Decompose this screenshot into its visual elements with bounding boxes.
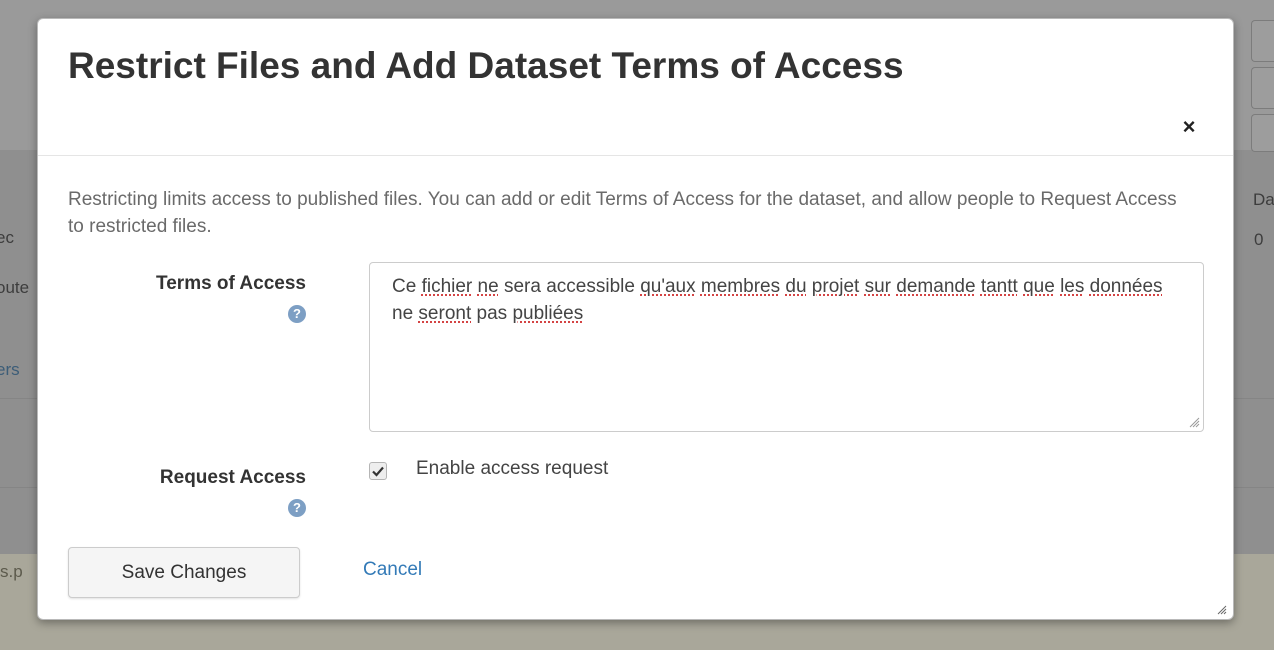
- enable-access-request-label[interactable]: Enable access request: [416, 458, 608, 480]
- background-input-box: [1251, 114, 1274, 152]
- terms-word: sur: [864, 276, 892, 297]
- terms-word: pas: [476, 303, 508, 324]
- cancel-link[interactable]: Cancel: [363, 559, 422, 581]
- request-access-label: Request Access: [159, 467, 306, 488]
- terms-word: du: [785, 276, 807, 297]
- terms-of-access-text: Ce fichier ne sera accessible qu'aux mem…: [392, 276, 1163, 324]
- terms-word: tantt: [980, 276, 1018, 297]
- terms-word: qu'aux: [640, 276, 696, 297]
- background-text: Da: [1253, 190, 1274, 209]
- question-circle-icon[interactable]: ?: [288, 305, 306, 323]
- question-circle-icon[interactable]: ?: [288, 499, 306, 517]
- terms-of-access-label: Terms of Access: [156, 273, 306, 294]
- background-input-box: [1251, 67, 1274, 109]
- terms-word: membres: [700, 276, 781, 297]
- terms-word: demande: [896, 276, 976, 297]
- background-text: 0: [1254, 230, 1264, 249]
- terms-word: que: [1023, 276, 1055, 297]
- background-link: ers: [0, 360, 20, 379]
- modal-intro-text: Restricting limits access to published f…: [68, 189, 1177, 237]
- terms-word: ne: [477, 276, 499, 297]
- modal-header: Restrict Files and Add Dataset Terms of …: [38, 19, 1233, 156]
- background-text: oute: [0, 278, 30, 297]
- resize-grip-icon[interactable]: [1188, 416, 1200, 428]
- background-text: s.p: [0, 562, 23, 581]
- terms-word: fichier: [421, 276, 473, 297]
- terms-word: ne: [392, 303, 414, 324]
- terms-word: projet: [811, 276, 860, 297]
- terms-word: accessible: [546, 276, 635, 297]
- close-icon[interactable]: ×: [1177, 115, 1201, 139]
- enable-access-request-checkbox[interactable]: [369, 462, 387, 480]
- terms-word: les: [1060, 276, 1085, 297]
- modal-title: Restrict Files and Add Dataset Terms of …: [68, 45, 904, 86]
- terms-word: seront: [418, 303, 472, 324]
- terms-of-access-textarea[interactable]: Ce fichier ne sera accessible qu'aux mem…: [369, 262, 1204, 432]
- terms-word: sera: [503, 276, 541, 297]
- restrict-files-modal: Restrict Files and Add Dataset Terms of …: [37, 18, 1234, 620]
- background-text: ec: [0, 228, 14, 247]
- terms-word: données: [1089, 276, 1163, 297]
- checkmark-icon: [372, 466, 384, 477]
- terms-word: Ce: [392, 276, 417, 297]
- resize-grip-icon[interactable]: [1215, 603, 1227, 615]
- save-changes-button[interactable]: Save Changes: [68, 547, 300, 598]
- background-input-box: [1251, 20, 1274, 62]
- terms-word: publiées: [512, 303, 584, 324]
